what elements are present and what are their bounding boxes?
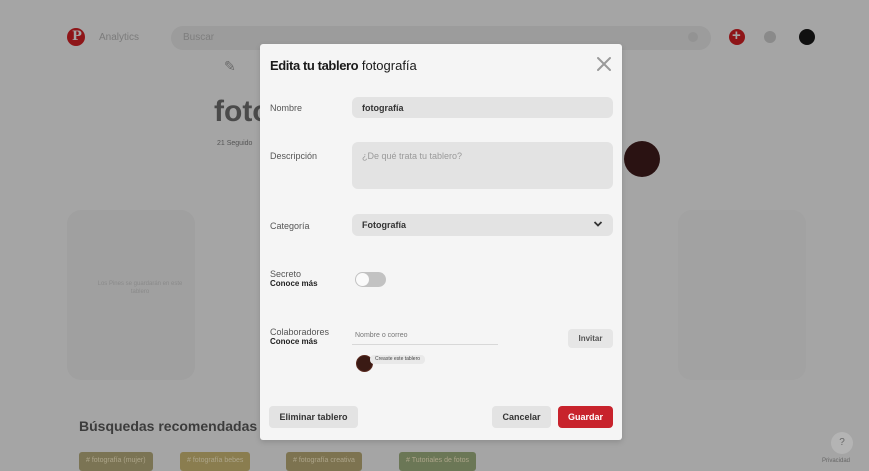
edit-pencil-icon[interactable]: ✎	[224, 58, 236, 75]
name-field[interactable]: fotografía	[352, 97, 613, 118]
category-label: Categoría	[270, 221, 310, 231]
invite-button[interactable]: Invitar	[568, 329, 613, 348]
name-label: Nombre	[270, 103, 303, 113]
save-button[interactable]: Guardar	[558, 406, 613, 428]
collaborators-learn-more-link[interactable]: Conoce más	[270, 337, 329, 347]
notifications-icon[interactable]	[764, 31, 776, 43]
description-field[interactable]: ¿De qué trata tu tablero?	[352, 142, 613, 189]
followers-count: 21 Seguido	[217, 140, 253, 147]
description-label: Descripción	[270, 151, 318, 161]
dialog-title: Edita tu tablero fotografía	[270, 58, 417, 73]
help-button[interactable]: ?	[831, 432, 853, 454]
cancel-button[interactable]: Cancelar	[492, 406, 551, 428]
secret-label: Secreto	[270, 269, 302, 279]
category-value: Fotografía	[362, 220, 406, 230]
delete-board-button[interactable]: Eliminar tablero	[269, 406, 358, 428]
secret-label-group: Secreto Conoce más	[270, 269, 318, 289]
recommended-searches-heading: Búsquedas recomendadas	[79, 418, 258, 434]
chevron-down-icon	[593, 221, 603, 227]
close-icon[interactable]	[594, 54, 614, 74]
category-select[interactable]: Fotografía	[352, 214, 613, 236]
secret-learn-more-link[interactable]: Conoce más	[270, 279, 318, 289]
edit-board-dialog: Edita tu tablero fotografía Nombre fotog…	[260, 44, 622, 440]
owner-tag: Creaste este tablero	[370, 355, 426, 364]
collaborators-label: Colaboradores	[270, 327, 330, 337]
collaborators-label-group: Colaboradores Conoce más	[270, 327, 329, 347]
collaborator-input[interactable]: Nombre o correo	[352, 328, 498, 345]
search-chip[interactable]: # fotografía (mujer)	[79, 452, 153, 471]
board-owner-avatar[interactable]	[624, 141, 660, 177]
dialog-title-main: Edita tu tablero	[270, 58, 359, 73]
pinterest-logo-icon[interactable]	[67, 28, 85, 46]
profile-avatar[interactable]	[799, 29, 815, 45]
search-chip[interactable]: # fotografía bebes	[180, 452, 251, 471]
search-chip[interactable]: # fotografía creativa	[286, 452, 362, 471]
search-chip[interactable]: # Tutoriales de fotos	[399, 452, 477, 471]
messages-icon[interactable]	[688, 32, 698, 42]
empty-pin-card-text: Los Pines se guardarán en este tablero	[97, 281, 183, 295]
toggle-knob	[356, 273, 369, 286]
analytics-link[interactable]: Analytics	[99, 32, 139, 43]
pin-card	[678, 210, 806, 380]
dialog-title-board-name: fotografía	[361, 58, 417, 73]
search-placeholder: Buscar	[183, 32, 215, 43]
add-icon[interactable]	[729, 27, 745, 45]
secret-toggle[interactable]	[355, 272, 386, 287]
privacy-link[interactable]: Privacidad	[822, 458, 850, 464]
